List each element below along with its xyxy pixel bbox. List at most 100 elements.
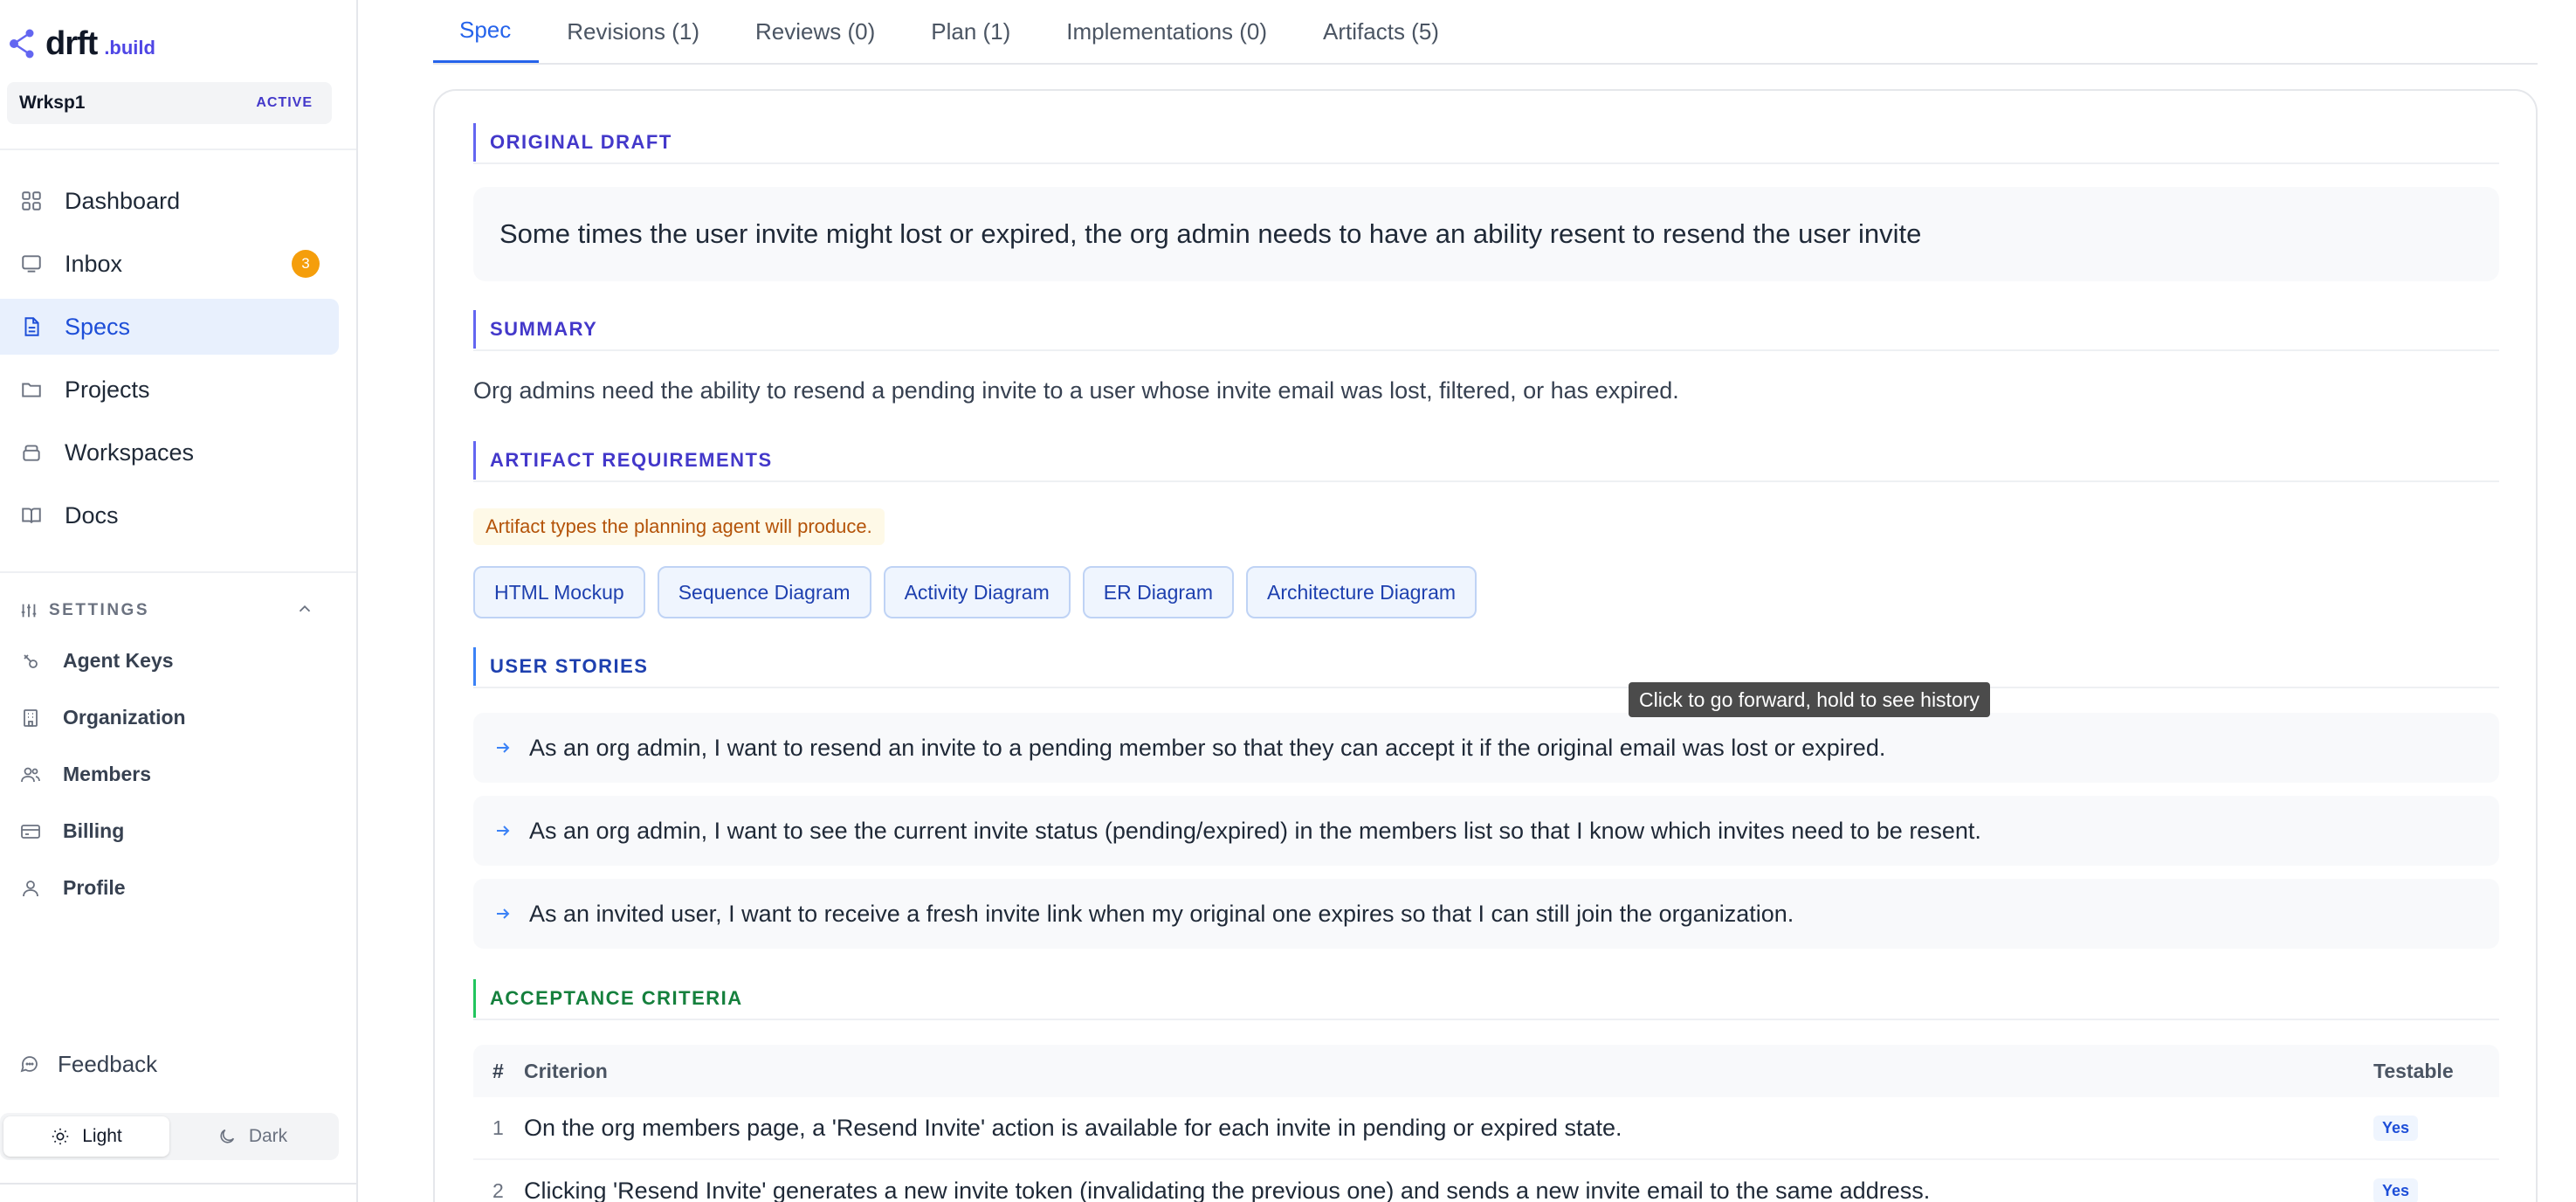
artifact-note: Artifact types the planning agent will p… (473, 508, 885, 545)
settings-item-billing[interactable]: Billing (19, 803, 334, 860)
artifact-chip-list: HTML Mockup Sequence Diagram Activity Di… (473, 566, 1489, 618)
arrow-right-icon (497, 908, 510, 919)
user-story-list: As an org admin, I want to resend an inv… (473, 713, 2499, 962)
section-header-artifact-requirements: ARTIFACT REQUIREMENTS (473, 440, 2499, 482)
section-accent-bar (473, 123, 476, 162)
tab-revisions[interactable]: Revisions (1) (539, 0, 727, 63)
section-accent-bar (473, 441, 476, 480)
table-row: 2 Clicking 'Resend Invite' generates a n… (473, 1160, 2499, 1202)
moon-icon (220, 1129, 234, 1143)
spec-tabs: Spec Revisions (1) Reviews (0) Plan (1) … (433, 0, 2538, 65)
key-icon (19, 650, 42, 673)
inbox-count-badge: 3 (292, 250, 320, 278)
divider (0, 149, 356, 150)
tab-reviews[interactable]: Reviews (0) (727, 0, 903, 63)
section-header-summary: SUMMARY (473, 309, 2499, 351)
brand-name: drft (45, 24, 98, 62)
workspace-name: Wrksp1 (19, 93, 86, 113)
feedback-button[interactable]: Feedback (19, 1048, 157, 1080)
criterion-text: Clicking 'Resend Invite' generates a new… (524, 1177, 1931, 1202)
settings-item-organization[interactable]: Organization (19, 689, 334, 746)
inbox-icon (19, 252, 44, 276)
row-number: 2 (492, 1178, 504, 1202)
testable-cell: Yes (2373, 1178, 2499, 1202)
artifact-chip: Sequence Diagram (657, 566, 871, 618)
artifact-chip: Activity Diagram (883, 566, 1071, 618)
browser-tooltip: Click to go forward, hold to see history (1629, 682, 1990, 717)
sliders-icon (21, 604, 37, 618)
user-story-text: As an org admin, I want to see the curre… (529, 817, 1981, 844)
feedback-label: Feedback (58, 1050, 158, 1077)
workspace-switcher[interactable]: Wrksp1 ACTIVE (7, 82, 332, 124)
nav-item-workspaces[interactable]: Workspaces (0, 425, 339, 480)
sidebar: drft .build Wrksp1 ACTIVE Dashboard Inbo… (0, 0, 358, 1202)
book-icon (19, 503, 44, 528)
section-accent-bar (473, 647, 476, 686)
nav-item-projects[interactable]: Projects (0, 362, 339, 418)
table-header: # Criterion Testable (473, 1045, 2499, 1097)
tab-implementations[interactable]: Implementations (0) (1038, 0, 1295, 63)
user-icon (19, 877, 42, 900)
section-accent-bar (473, 310, 476, 349)
nav-label: Projects (65, 376, 150, 403)
arrow-right-icon (497, 826, 510, 836)
theme-dark-button[interactable]: Dark (169, 1116, 335, 1157)
main-nav: Dashboard Inbox 3 Specs Projects Workspa… (0, 173, 356, 550)
settings-item-agent-keys[interactable]: Agent Keys (19, 632, 334, 689)
tab-spec[interactable]: Spec (433, 0, 540, 63)
settings-title: SETTINGS (49, 601, 150, 619)
nav-label: Docs (65, 501, 119, 528)
user-story-item: As an invited user, I want to receive a … (473, 879, 2499, 949)
nav-item-dashboard[interactable]: Dashboard (0, 173, 339, 229)
criterion-text: On the org members page, a 'Resend Invit… (524, 1114, 1622, 1141)
theme-light-label: Light (82, 1126, 122, 1146)
settings-item-members[interactable]: Members (19, 746, 334, 803)
brand-logo[interactable]: drft .build (9, 24, 155, 63)
spec-card: ORIGINAL DRAFT Some times the user invit… (433, 89, 2538, 1202)
building-icon (19, 707, 42, 729)
column-header-criterion: Criterion (524, 1059, 608, 1082)
artifact-chip: HTML Mockup (473, 566, 645, 618)
chat-bubble-icon (20, 1056, 38, 1073)
settings-section-toggle[interactable]: SETTINGS (19, 598, 325, 624)
chevron-up-icon (299, 604, 311, 612)
nav-label: Dashboard (65, 187, 181, 214)
section-title: SUMMARY (490, 318, 598, 340)
section-title: ACCEPTANCE CRITERIA (490, 987, 743, 1009)
theme-dark-label: Dark (248, 1126, 288, 1146)
settings-item-label: Agent Keys (63, 649, 174, 672)
user-story-text: As an org admin, I want to resend an inv… (529, 734, 1886, 761)
document-icon (19, 314, 44, 339)
sun-icon (52, 1128, 69, 1145)
user-story-item: As an org admin, I want to resend an inv… (473, 713, 2499, 783)
column-header-testable: Testable (2373, 1059, 2454, 1082)
section-title: ORIGINAL DRAFT (490, 131, 672, 153)
nav-label: Inbox (65, 250, 123, 277)
testable-cell: Yes (2373, 1115, 2499, 1141)
logo-icon (10, 29, 34, 59)
settings-item-label: Profile (63, 876, 126, 899)
artifact-chip: Architecture Diagram (1246, 566, 1477, 618)
table-row: 1 On the org members page, a 'Resend Inv… (473, 1097, 2499, 1160)
original-draft-text: Some times the user invite might lost or… (473, 187, 2499, 281)
section-title: USER STORIES (490, 655, 649, 677)
arrow-right-icon (497, 743, 510, 753)
settings-item-label: Organization (63, 706, 186, 729)
tab-artifacts[interactable]: Artifacts (5) (1295, 0, 1467, 63)
section-header-acceptance-criteria: ACCEPTANCE CRITERIA (473, 978, 2499, 1020)
tab-plan[interactable]: Plan (1) (903, 0, 1038, 63)
nav-item-docs[interactable]: Docs (0, 487, 339, 543)
credit-card-icon (19, 820, 42, 843)
nav-label: Specs (65, 313, 131, 340)
settings-item-profile[interactable]: Profile (19, 860, 334, 916)
layers-icon (19, 440, 44, 465)
settings-nav: Agent Keys Organization Members Billing … (19, 632, 334, 916)
testable-badge: Yes (2373, 1178, 2419, 1202)
nav-item-specs[interactable]: Specs (0, 299, 339, 355)
row-number: 1 (492, 1116, 504, 1139)
theme-light-button[interactable]: Light (3, 1116, 169, 1157)
users-icon (19, 763, 42, 786)
nav-item-inbox[interactable]: Inbox 3 (0, 236, 339, 292)
acceptance-criteria-table: # Criterion Testable 1 On the org member… (473, 1045, 2499, 1202)
grid-icon (19, 189, 44, 213)
